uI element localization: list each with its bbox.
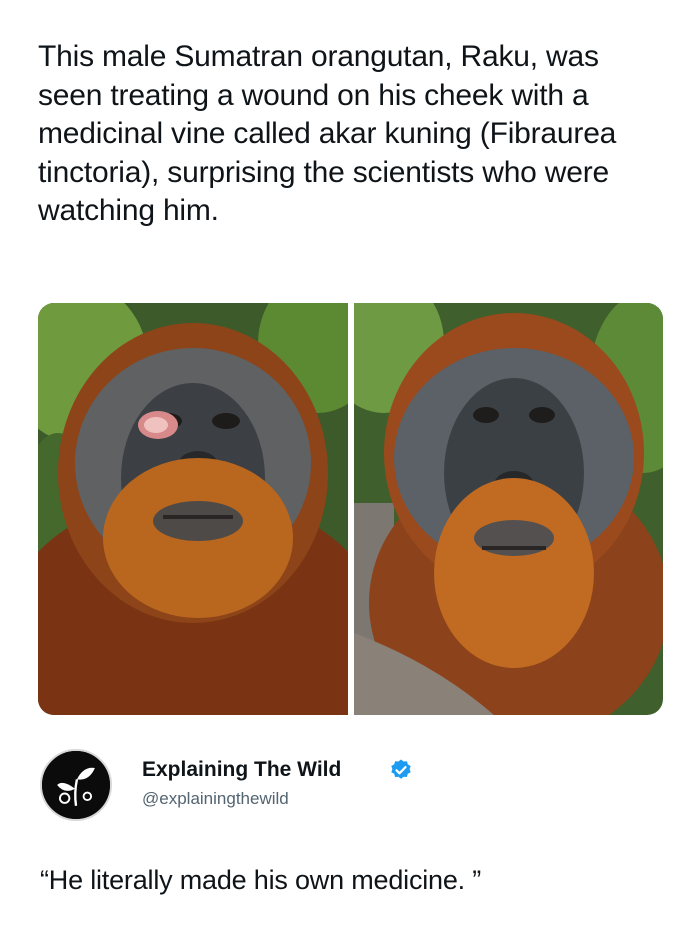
author-handle[interactable]: @explainingthewild bbox=[142, 789, 289, 809]
media-container[interactable] bbox=[38, 303, 663, 715]
quote-text: “He literally made his own medicine. ” bbox=[40, 865, 482, 895]
avatar[interactable] bbox=[40, 749, 112, 821]
verified-badge-icon bbox=[389, 758, 413, 782]
author-display-name[interactable]: Explaining The Wild bbox=[142, 758, 341, 782]
photo-orangutan-healed[interactable] bbox=[354, 303, 663, 715]
plant-logo-icon bbox=[42, 751, 110, 819]
author-card[interactable]: Explaining The Wild @explainingthewild bbox=[40, 749, 660, 821]
photo-orangutan-wounded[interactable] bbox=[38, 303, 348, 715]
post-text: This male Sumatran orangutan, Raku, was … bbox=[38, 40, 617, 227]
